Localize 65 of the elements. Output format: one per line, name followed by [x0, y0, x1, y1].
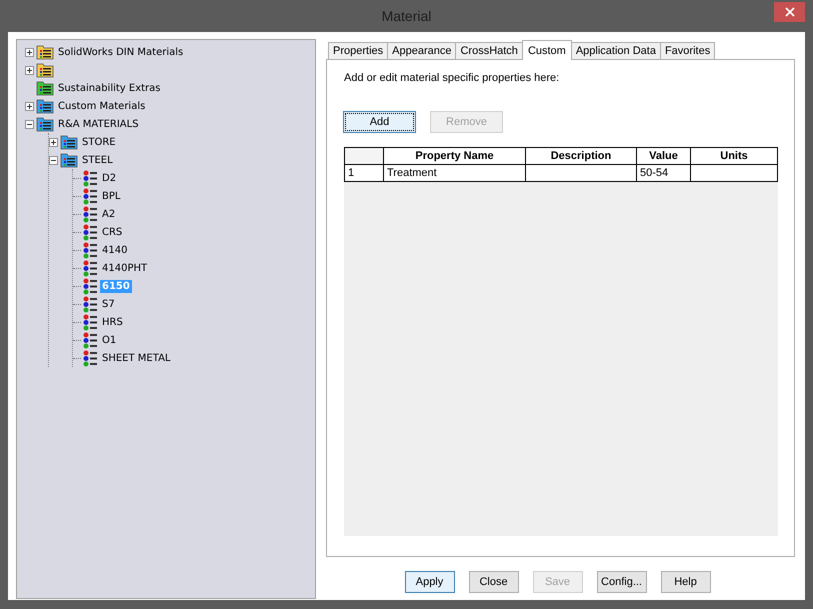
tree-item[interactable]: STORE: [80, 136, 118, 148]
dialog-button[interactable]: Close: [468, 571, 518, 593]
tree-item[interactable]: R&A MATERIALS: [56, 118, 141, 130]
material-icon: [82, 206, 98, 222]
folder-icon: [36, 98, 54, 114]
tree-item[interactable]: BPL: [100, 190, 122, 202]
tree-item[interactable]: A2: [100, 208, 118, 220]
tree-item[interactable]: STEEL: [80, 154, 115, 166]
tree-item[interactable]: S7: [100, 298, 117, 310]
table-cell[interactable]: [691, 165, 778, 182]
folder-icon: [36, 116, 54, 132]
tab[interactable]: CrossHatch: [455, 42, 523, 59]
expand-toggle[interactable]: [25, 102, 34, 110]
tab[interactable]: Favorites: [660, 42, 716, 59]
tree-item[interactable]: Custom Materials: [56, 100, 148, 112]
expand-toggle[interactable]: [49, 138, 58, 146]
column-header[interactable]: Property Name: [384, 147, 526, 165]
tab[interactable]: Custom: [522, 40, 572, 60]
tree-item[interactable]: Sustainability Extras: [56, 82, 162, 94]
folder-icon: [60, 152, 78, 168]
material-icon: [82, 332, 98, 348]
tab[interactable]: Application Data: [570, 42, 661, 59]
tree-item[interactable]: CRS: [100, 226, 124, 238]
expand-toggle[interactable]: [25, 48, 34, 56]
close-icon: [784, 7, 794, 17]
column-header[interactable]: Units: [691, 147, 778, 165]
table-cell[interactable]: [526, 165, 637, 182]
close-button[interactable]: [774, 2, 805, 22]
dialog-button[interactable]: Apply: [404, 571, 454, 593]
material-icon: [82, 314, 98, 330]
tab[interactable]: Properties: [328, 42, 388, 59]
folder-icon: [36, 80, 54, 96]
material-icon: [82, 242, 98, 258]
table-cell[interactable]: 50-54: [637, 165, 691, 182]
dialog-button[interactable]: Config...: [596, 571, 646, 593]
row-number: 1: [344, 165, 384, 182]
folder-icon: [36, 44, 54, 60]
table-cell[interactable]: Treatment: [384, 165, 526, 182]
collapse-toggle[interactable]: [49, 156, 58, 164]
material-icon: [82, 296, 98, 312]
tab[interactable]: Appearance: [387, 42, 456, 59]
tree-item[interactable]: 4140PHT: [100, 262, 150, 274]
instructions-text: Add or edit material specific properties here:: [344, 72, 560, 84]
expand-toggle[interactable]: [25, 66, 34, 74]
tree-item[interactable]: D2: [100, 172, 118, 184]
add-button[interactable]: Add: [343, 111, 416, 133]
column-header[interactable]: Value: [637, 147, 691, 165]
material-icon: [82, 278, 98, 294]
collapse-toggle[interactable]: [25, 120, 34, 128]
dialog-button[interactable]: Help: [660, 571, 710, 593]
window-title: Material: [382, 8, 432, 24]
material-icon: [82, 170, 98, 186]
column-header[interactable]: Description: [526, 147, 637, 165]
material-icon: [82, 260, 98, 276]
tree-item[interactable]: SHEET METAL: [100, 352, 172, 364]
material-icon: [82, 224, 98, 240]
folder-icon: [60, 134, 78, 150]
tree-item[interactable]: 4140: [100, 244, 130, 256]
material-icon: [82, 188, 98, 204]
corner-header: [344, 147, 384, 165]
tree-item[interactable]: O1: [100, 334, 118, 346]
material-icon: [82, 350, 98, 366]
tree-item[interactable]: SolidWorks DIN Materials: [56, 46, 186, 58]
folder-icon: [36, 62, 54, 78]
tree-item[interactable]: HRS: [100, 316, 125, 328]
